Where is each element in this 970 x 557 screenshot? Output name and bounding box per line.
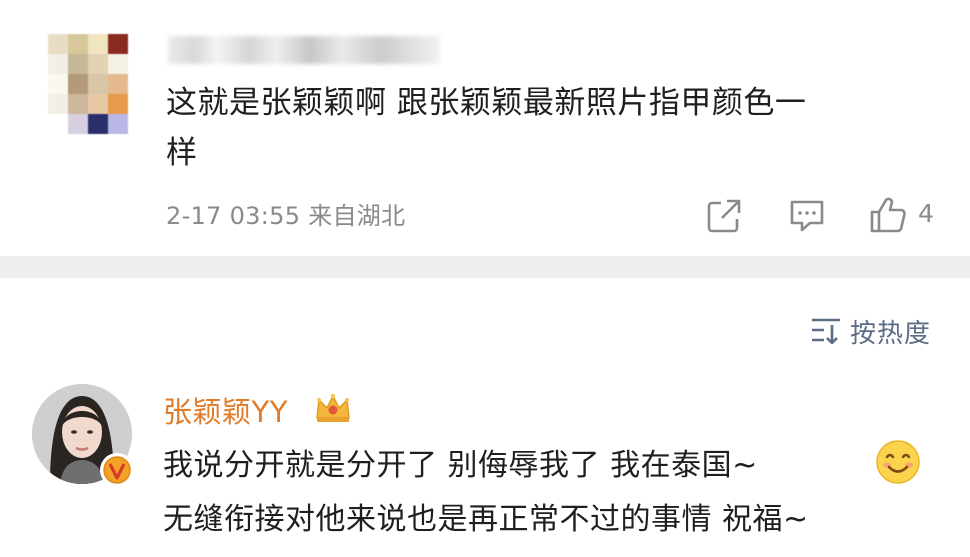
verified-v-icon [100, 453, 134, 487]
like-count: 4 [918, 199, 934, 228]
username-redacted[interactable] [168, 36, 440, 64]
sort-icon[interactable] [810, 316, 842, 344]
comment-text: 这就是张颖颖啊 跟张颖颖最新照片指甲颜色一 样 [166, 78, 926, 178]
share-icon[interactable] [706, 198, 742, 234]
smile-icon [876, 440, 920, 484]
reply-text-line-2: 无缝衔接对他来说也是再正常不过的事情 祝福~ [163, 502, 809, 537]
reply-username[interactable]: 张颖颖YY [163, 389, 288, 431]
comment-location: 来自湖北 [308, 202, 406, 230]
comment-meta: 2-17 03:55 来自湖北 [166, 196, 405, 231]
crown-icon [316, 393, 350, 422]
like-icon[interactable] [868, 195, 908, 235]
section-divider [0, 256, 970, 278]
sort-by-hot-button[interactable]: 按热度 [850, 313, 931, 350]
comment-line-1: 这就是张颖颖啊 跟张颖颖最新照片指甲颜色一 [166, 85, 807, 121]
comment-line-2: 样 [166, 135, 198, 171]
avatar-pixelated[interactable] [48, 34, 128, 136]
reply-text-line-1: 我说分开就是分开了 别侮辱我了 我在泰国~ [163, 448, 758, 483]
comment-icon[interactable] [788, 198, 826, 234]
comment-date: 2-17 03:55 [166, 202, 301, 230]
